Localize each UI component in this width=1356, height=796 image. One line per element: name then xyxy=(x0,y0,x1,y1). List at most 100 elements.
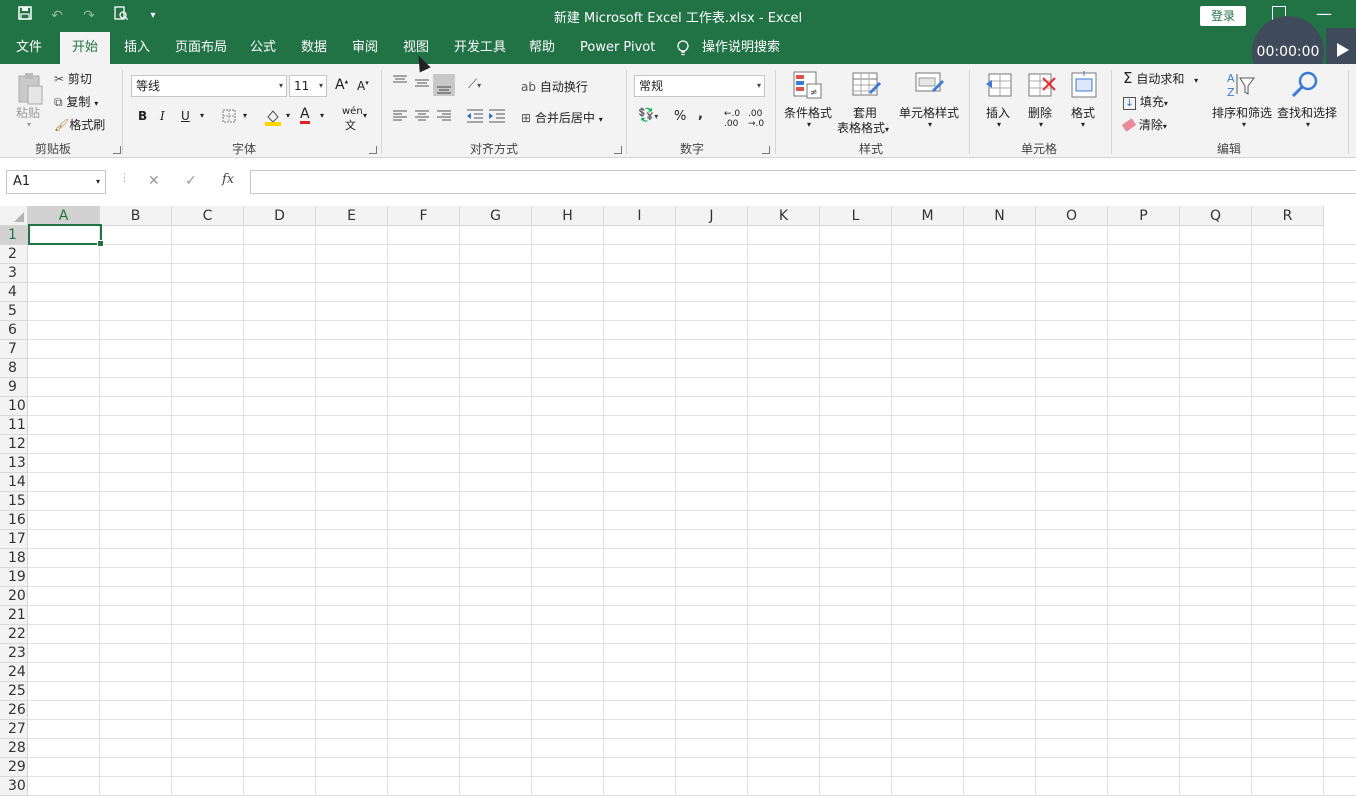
row-header[interactable]: 27 xyxy=(0,720,27,739)
number-format-select[interactable]: 常规 ▾ xyxy=(634,75,765,97)
accounting-format-icon[interactable]: 💱▾ xyxy=(638,108,658,123)
find-select-dropdown-icon[interactable]: ▾ xyxy=(1306,120,1310,129)
row-header[interactable]: 19 xyxy=(0,568,27,587)
tab-insert[interactable]: 插入 xyxy=(122,32,152,64)
decrease-indent-icon[interactable] xyxy=(466,109,484,123)
underline-dropdown-icon[interactable]: ▾ xyxy=(200,111,204,120)
borders-dropdown-icon[interactable]: ▾ xyxy=(243,111,247,120)
column-header[interactable]: J xyxy=(676,206,748,226)
row-header[interactable]: 18 xyxy=(0,549,27,568)
increase-decimal-icon[interactable]: ←.0.00 xyxy=(724,109,740,129)
font-size-select[interactable]: 11 ▾ xyxy=(289,75,327,97)
copy-button[interactable]: ⧉ 复制 ▾ xyxy=(54,93,98,110)
row-header[interactable]: 20 xyxy=(0,587,27,606)
align-top-icon[interactable] xyxy=(392,74,408,88)
column-header[interactable]: G xyxy=(460,206,532,226)
select-all-button[interactable] xyxy=(0,206,28,226)
delete-cells-icon[interactable] xyxy=(1027,70,1057,100)
phonetic-dropdown-icon[interactable]: ▾ xyxy=(363,111,367,120)
clear-button[interactable]: 清除▾ xyxy=(1121,116,1167,133)
row-header[interactable]: 21 xyxy=(0,606,27,625)
fill-button[interactable]: ↓ 填充▾ xyxy=(1123,93,1168,110)
align-bottom-button[interactable] xyxy=(433,74,455,96)
column-header[interactable]: M xyxy=(892,206,964,226)
row-header[interactable]: 9 xyxy=(0,378,27,397)
row-header[interactable]: 29 xyxy=(0,758,27,777)
column-header[interactable]: B xyxy=(100,206,172,226)
paste-dropdown-icon[interactable]: ▾ xyxy=(27,120,31,129)
row-header[interactable]: 22 xyxy=(0,625,27,644)
align-left-icon[interactable] xyxy=(392,110,408,122)
column-header[interactable]: K xyxy=(748,206,820,226)
row-header[interactable]: 15 xyxy=(0,492,27,511)
name-box[interactable]: A1 ▾ xyxy=(6,170,106,194)
format-cells-dropdown-icon[interactable]: ▾ xyxy=(1081,120,1085,129)
column-header[interactable]: F xyxy=(388,206,460,226)
formula-input[interactable] xyxy=(250,170,1356,194)
percent-button[interactable]: % xyxy=(674,109,686,124)
alignment-launcher-icon[interactable] xyxy=(614,146,622,154)
font-launcher-icon[interactable] xyxy=(369,146,377,154)
row-header[interactable]: 4 xyxy=(0,283,27,302)
row-header[interactable]: 11 xyxy=(0,416,27,435)
column-header[interactable]: R xyxy=(1252,206,1324,226)
tab-review[interactable]: 审阅 xyxy=(350,32,380,64)
increase-indent-icon[interactable] xyxy=(488,109,506,123)
sort-filter-icon[interactable]: AZ xyxy=(1226,70,1256,100)
borders-icon[interactable] xyxy=(222,109,236,123)
table-format-icon[interactable] xyxy=(851,70,881,100)
comma-button[interactable]: , xyxy=(698,107,703,122)
row-header[interactable]: 1 xyxy=(0,226,27,245)
font-name-select[interactable]: 等线 ▾ xyxy=(131,75,287,97)
find-select-button[interactable]: 查找和选择 xyxy=(1277,104,1337,121)
row-header[interactable]: 8 xyxy=(0,359,27,378)
row-header[interactable]: 10 xyxy=(0,397,27,416)
cancel-icon[interactable]: ✕ xyxy=(148,173,160,189)
font-color-button[interactable]: A xyxy=(300,107,310,124)
conditional-format-icon[interactable]: ≠ xyxy=(793,70,823,100)
clipboard-launcher-icon[interactable] xyxy=(113,146,121,154)
delete-cells-dropdown-icon[interactable]: ▾ xyxy=(1039,120,1043,129)
column-header[interactable]: A xyxy=(28,206,100,226)
sort-filter-dropdown-icon[interactable]: ▾ xyxy=(1242,120,1246,129)
row-header[interactable]: 25 xyxy=(0,682,27,701)
conditional-format-button[interactable]: 条件格式 xyxy=(784,104,832,121)
tab-developer[interactable]: 开发工具 xyxy=(452,32,508,64)
row-header[interactable]: 23 xyxy=(0,644,27,663)
fill-dropdown-icon[interactable]: ▾ xyxy=(1164,99,1168,108)
table-format-button[interactable]: 表格格式▾ xyxy=(837,119,889,136)
row-header[interactable]: 24 xyxy=(0,663,27,682)
delete-cells-button[interactable]: 删除 xyxy=(1028,104,1052,121)
cell-styles-dropdown-icon[interactable]: ▾ xyxy=(928,120,932,129)
minimize-icon[interactable]: — xyxy=(1316,4,1332,23)
tab-formulas[interactable]: 公式 xyxy=(248,32,278,64)
clear-dropdown-icon[interactable]: ▾ xyxy=(1163,122,1167,131)
tab-file[interactable]: 文件 xyxy=(14,32,44,64)
column-header[interactable]: D xyxy=(244,206,316,226)
paste-icon[interactable] xyxy=(16,72,44,106)
row-header[interactable]: 6 xyxy=(0,321,27,340)
align-middle-icon[interactable] xyxy=(414,76,430,90)
row-header[interactable]: 17 xyxy=(0,530,27,549)
find-select-icon[interactable] xyxy=(1290,70,1320,100)
autosum-button[interactable]: Σ 自动求和 ▾ xyxy=(1123,69,1198,87)
login-button[interactable]: 登录 xyxy=(1200,6,1246,26)
underline-button[interactable]: U xyxy=(181,109,190,123)
column-header[interactable]: E xyxy=(316,206,388,226)
tab-page-layout[interactable]: 页面布局 xyxy=(173,32,229,64)
italic-button[interactable]: I xyxy=(160,109,165,123)
format-cells-icon[interactable] xyxy=(1069,70,1099,100)
format-cells-button[interactable]: 格式 xyxy=(1071,104,1095,121)
column-header[interactable]: O xyxy=(1036,206,1108,226)
merge-dropdown-icon[interactable]: ▾ xyxy=(599,115,603,124)
align-center-icon[interactable] xyxy=(414,110,430,122)
font-color-dropdown-icon[interactable]: ▾ xyxy=(320,111,324,120)
shrink-font-button[interactable]: A▾ xyxy=(357,79,369,93)
fill-color-dropdown-icon[interactable]: ▾ xyxy=(286,111,290,120)
wrap-text-button[interactable]: ab 自动换行 xyxy=(521,78,588,95)
column-header[interactable]: L xyxy=(820,206,892,226)
sort-filter-button[interactable]: 排序和筛选 xyxy=(1212,104,1272,121)
insert-function-icon[interactable]: fx xyxy=(222,172,234,187)
format-painter-button[interactable]: 🖌格式刷 xyxy=(54,116,105,133)
insert-cells-dropdown-icon[interactable]: ▾ xyxy=(997,120,1001,129)
